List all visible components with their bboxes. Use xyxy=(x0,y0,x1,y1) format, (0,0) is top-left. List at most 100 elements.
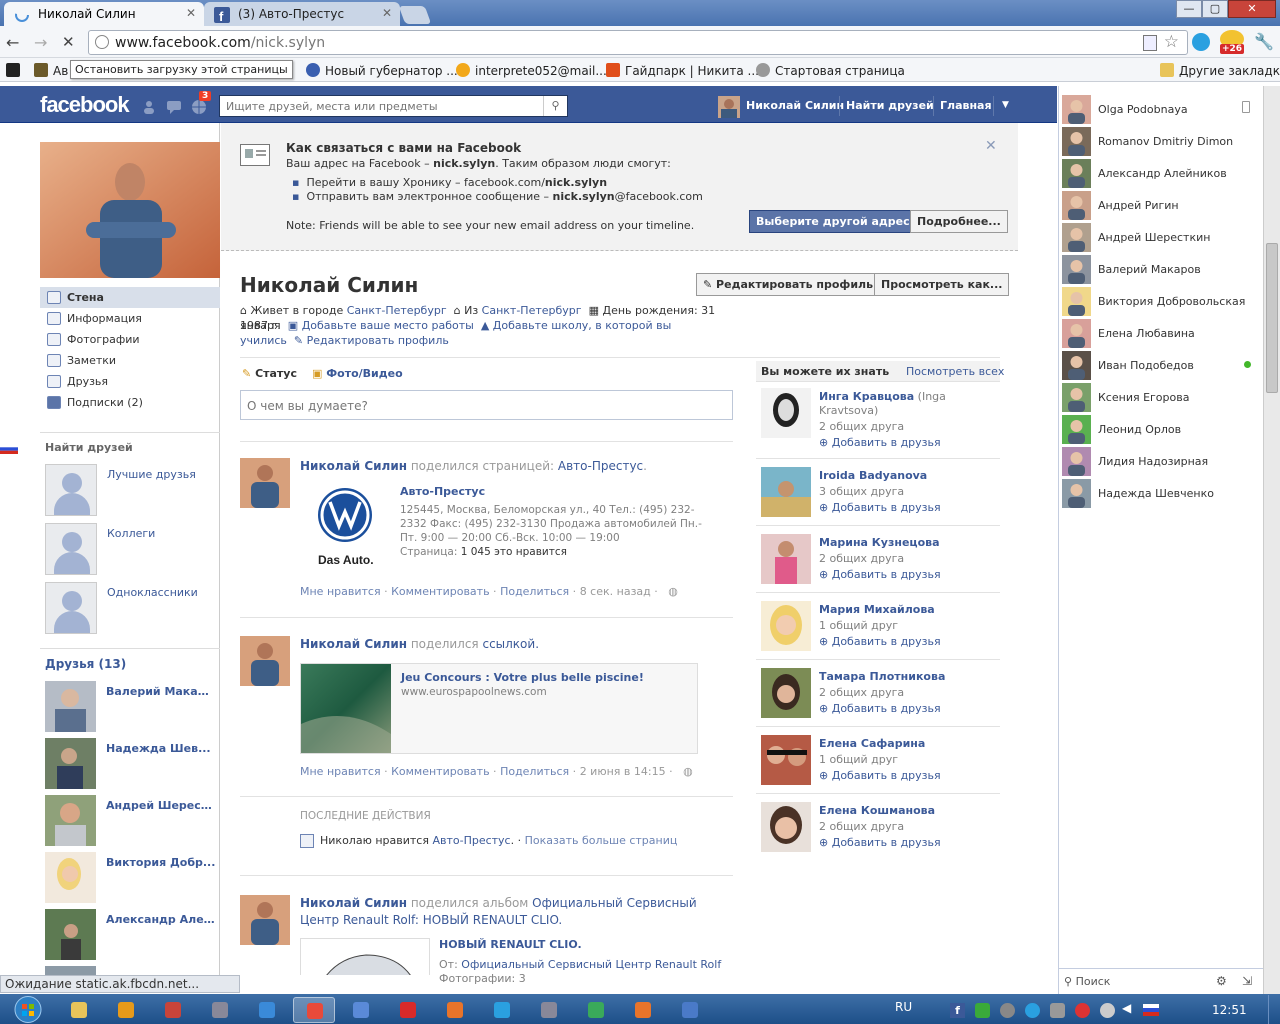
notifications-globe-icon[interactable] xyxy=(191,99,207,115)
friend-name[interactable]: Валерий Макаров xyxy=(106,685,216,698)
tray-device-icon[interactable] xyxy=(1050,1003,1065,1018)
learn-more-button[interactable]: Подробнее... xyxy=(910,210,1008,233)
maximize-button[interactable]: ▢ xyxy=(1202,0,1228,18)
list-best-friends[interactable]: Лучшие друзья xyxy=(107,468,196,481)
chat-friend-avatar[interactable] xyxy=(1062,447,1091,476)
album-owner-link[interactable]: Официальный Сервисный Центр Renault Rolf xyxy=(461,958,721,971)
messages-icon[interactable] xyxy=(166,100,182,114)
comment-link[interactable]: Комментировать xyxy=(391,585,489,598)
add-friend-button[interactable]: ⊕ Добавить в друзья xyxy=(819,702,941,715)
suggestion-name[interactable]: Мария Михайлова xyxy=(819,603,935,616)
chat-friend-name[interactable]: Елена Любавина xyxy=(1098,327,1195,340)
hometown-link[interactable]: Санкт-Петербург xyxy=(482,304,582,317)
forward-icon[interactable]: → xyxy=(34,33,47,52)
chat-friend-avatar[interactable] xyxy=(1062,479,1091,508)
header-avatar[interactable] xyxy=(718,96,740,118)
post-author-avatar[interactable] xyxy=(240,636,290,686)
sidebar-item-info[interactable]: Информация xyxy=(40,308,220,329)
chat-friend-name[interactable]: Ксения Егорова xyxy=(1098,391,1189,404)
suggestion-avatar[interactable] xyxy=(761,388,811,438)
add-school-link[interactable]: Добавьте школу, в которой вы xyxy=(493,319,671,332)
mutual-friends[interactable]: 3 общих друга xyxy=(819,485,904,498)
status-composer-input[interactable]: О чем вы думаете? xyxy=(240,390,733,420)
share-link[interactable]: Поделиться xyxy=(500,585,569,598)
mutual-friends[interactable]: 2 общих друга xyxy=(819,686,904,699)
post-object-link[interactable]: Авто-Престус xyxy=(558,459,643,473)
sidebar-item-friends[interactable]: Друзья xyxy=(40,371,220,392)
edit-profile-button[interactable]: ✎ Редактировать профиль xyxy=(696,273,881,296)
suggestion-name[interactable]: Марина Кузнецова xyxy=(819,536,940,549)
list-classmates[interactable]: Одноклассники xyxy=(107,586,198,599)
mutual-friends[interactable]: 2 общих друга xyxy=(819,820,904,833)
close-window-button[interactable]: ✕ xyxy=(1228,0,1276,18)
taskbar-app-button[interactable] xyxy=(105,997,147,1023)
friends-heading[interactable]: Друзья (13) xyxy=(45,657,126,671)
add-friend-button[interactable]: ⊕ Добавить в друзья xyxy=(819,836,941,849)
chat-settings-gear-icon[interactable]: ⚙ xyxy=(1216,974,1227,988)
add-friend-button[interactable]: ⊕ Добавить в друзья xyxy=(819,436,941,449)
friend-avatar[interactable] xyxy=(45,681,96,732)
chat-friend-name[interactable]: Валерий Макаров xyxy=(1098,263,1201,276)
tray-utility-icon[interactable] xyxy=(975,1003,990,1018)
post-object-link[interactable]: Официальный Сервисный xyxy=(532,896,696,910)
post-author-avatar[interactable] xyxy=(240,458,290,508)
privacy-globe-icon[interactable]: ◍ xyxy=(668,585,678,598)
attachment-title-link[interactable]: Авто-Престус xyxy=(400,485,485,498)
post-object-link[interactable]: ссылкой. xyxy=(482,637,539,651)
other-bookmarks[interactable]: Другие закладки xyxy=(1160,63,1280,78)
suggestion-avatar[interactable] xyxy=(761,534,811,584)
tray-facebook-icon[interactable]: f xyxy=(950,1003,965,1018)
post-time[interactable]: 8 сек. назад xyxy=(580,585,651,598)
chat-friend-avatar[interactable] xyxy=(1062,223,1091,252)
friend-name[interactable]: Надежда Шев... xyxy=(106,742,216,755)
friend-avatar[interactable] xyxy=(45,966,96,975)
list-coworkers[interactable]: Коллеги xyxy=(107,527,155,540)
chat-friend-name[interactable]: Иван Подобедов xyxy=(1098,359,1194,372)
post-author-link[interactable]: Николай Силин xyxy=(300,637,407,651)
tab-close-icon[interactable]: ✕ xyxy=(186,6,196,20)
suggestion-name[interactable]: Iroida Badyanova xyxy=(819,469,927,482)
bookmark-item[interactable]: Стартовая страница xyxy=(756,63,905,78)
back-icon[interactable]: ← xyxy=(6,33,19,52)
chat-friend-name[interactable]: Виктория Добровольская xyxy=(1098,295,1245,308)
like-link[interactable]: Мне нравится xyxy=(300,585,381,598)
chat-friend-avatar[interactable] xyxy=(1062,159,1091,188)
page-info-icon[interactable] xyxy=(95,35,109,49)
mutual-friends[interactable]: 2 общих друга xyxy=(819,552,904,565)
minimize-button[interactable]: — xyxy=(1176,0,1202,18)
mutual-friends[interactable]: 2 общих друга xyxy=(819,420,904,433)
nav-profile-link[interactable]: Николай Силин xyxy=(746,99,844,112)
bookmark-item[interactable]: Ав xyxy=(34,63,68,78)
see-all-link[interactable]: Посмотреть всех xyxy=(906,365,1004,378)
add-friend-button[interactable]: ⊕ Добавить в друзья xyxy=(819,501,941,514)
tab-inactive[interactable]: f (3) Авто-Престус ✕ xyxy=(204,2,400,26)
album-thumbnail[interactable] xyxy=(300,938,430,975)
profile-photo[interactable] xyxy=(40,142,220,278)
tab-photo-video[interactable]: ▣ Фото/Видео xyxy=(312,367,403,380)
chat-friend-name[interactable]: Olga Podobnaya xyxy=(1098,103,1188,116)
search-input[interactable] xyxy=(220,96,540,116)
show-more-pages-link[interactable]: Показать больше страниц xyxy=(525,834,678,847)
chat-search[interactable]: ⚲ Поиск xyxy=(1064,975,1110,988)
taskbar-window-button[interactable] xyxy=(528,997,570,1023)
suggestion-avatar[interactable] xyxy=(761,802,811,852)
suggestion-avatar[interactable] xyxy=(761,735,811,785)
taskbar-ie-button[interactable] xyxy=(246,997,288,1023)
extension-skype-icon[interactable] xyxy=(1192,33,1210,51)
view-as-button[interactable]: Просмотреть как... xyxy=(874,273,1010,296)
suggestion-avatar[interactable] xyxy=(761,668,811,718)
suggestion-name[interactable]: Тамара Плотникова xyxy=(819,670,945,683)
post-object-link[interactable]: Центр Renault Rolf: НОВЫЙ RENAULT CLIO. xyxy=(300,913,562,927)
tab-status[interactable]: ✎ Статус xyxy=(242,367,297,380)
post-author-avatar[interactable] xyxy=(240,895,290,945)
suggestion-name[interactable]: Елена Сафарина xyxy=(819,737,925,750)
tab-close-icon[interactable]: ✕ xyxy=(382,6,392,20)
language-indicator[interactable]: RU xyxy=(895,1000,912,1014)
chat-friend-avatar[interactable] xyxy=(1062,319,1091,348)
taskbar-firefox-button[interactable] xyxy=(622,997,664,1023)
chat-friend-name[interactable]: Лидия Надозирная xyxy=(1098,455,1208,468)
friend-name[interactable]: Андрей Шерест... xyxy=(106,799,216,812)
mutual-friends[interactable]: 1 общий друг xyxy=(819,619,898,632)
tray-app-icon[interactable] xyxy=(1100,1003,1115,1018)
taskbar-firefox-button[interactable] xyxy=(434,997,476,1023)
